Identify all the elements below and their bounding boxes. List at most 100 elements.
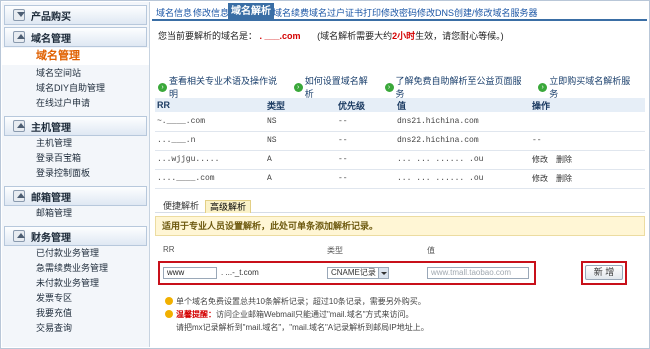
sidebar-item-invoice[interactable]: 发票专区 xyxy=(2,291,149,306)
table-row: ...___.n NS -- dns22.hichina.com -- xyxy=(155,131,645,151)
info-icon: › xyxy=(384,82,394,92)
col-header-priority: 优先级 xyxy=(336,98,395,112)
sidebar-item-domain-management[interactable]: 域名管理 xyxy=(2,48,149,65)
help-link-label: 查看相关专业术语及操作说明 xyxy=(168,76,277,99)
sidebar-section-label: 域名管理 xyxy=(31,33,71,45)
cell-rr: ...wjjgu..... xyxy=(155,150,265,170)
edit-link[interactable]: 修改 xyxy=(532,174,548,183)
sidebar-item-online-transfer[interactable]: 在线过户申请 xyxy=(2,96,149,111)
tip-warn-label: 温馨提醒： xyxy=(176,310,216,319)
help-link-how-to[interactable]: › 如何设置域名解析 xyxy=(293,74,377,100)
cell-priority: -- xyxy=(336,112,395,132)
arrow-down-icon xyxy=(13,9,25,21)
tab-change-dns[interactable]: 修改DNS xyxy=(417,6,454,19)
sidebar-item-unpaid-business[interactable]: 未付款业务管理 xyxy=(2,276,149,291)
resolution-mode-tabs: 便捷解析 高级解析 xyxy=(155,198,645,213)
sidebar-item-domain-space[interactable]: 域名空间站 xyxy=(2,66,149,81)
add-record-form: RR 类型 值 www . ...-_t.com CNAME记录 www.tma… xyxy=(155,237,645,332)
current-domain-note: (域名解析需要大约 xyxy=(317,31,393,41)
tip-line-3: 请把mx记录解析到"mail.域名"，"mail.域名"A记录解析到邮局IP地址… xyxy=(176,323,429,332)
warning-icon xyxy=(165,297,173,305)
sidebar-item-paid-business[interactable]: 已付款业务管理 xyxy=(2,246,149,261)
info-icon: › xyxy=(293,82,303,92)
cell-type: NS xyxy=(265,112,336,132)
edit-link[interactable]: 修改 xyxy=(532,155,548,164)
col-header-rr: RR xyxy=(155,98,265,112)
advanced-notice: 适用于专业人员设置解析，此处可单条添加解析记录。 xyxy=(155,216,645,236)
sidebar-item-mail-management[interactable]: 邮箱管理 xyxy=(2,206,149,221)
cell-value: ... ... ...... .ou xyxy=(395,150,530,170)
sidebar-item-transaction-query[interactable]: 交易查询 xyxy=(2,321,149,336)
cell-ops: 修改 删除 xyxy=(530,150,645,170)
tab-dns-server[interactable]: 创建/修改域名服务器 xyxy=(454,6,538,19)
cell-rr: ....____.com xyxy=(155,169,265,189)
table-header-row: RR 类型 优先级 值 操作 xyxy=(155,98,645,112)
help-link-buy-service[interactable]: › 立即购买域名解析服务 xyxy=(538,74,639,100)
tip-line-2: 温馨提醒：访问企业邮箱Webmail只能通过"mail.域名"方式来访问。 xyxy=(165,309,414,320)
cell-value: ... ... ...... .ou xyxy=(395,169,530,189)
warning-icon xyxy=(165,310,173,318)
delete-link[interactable]: 删除 xyxy=(556,155,572,164)
tab-domain-renewal[interactable]: 域名续费 xyxy=(273,6,309,19)
delete-link[interactable]: 删除 xyxy=(556,174,572,183)
tab-domain-resolution[interactable]: 域名解析 xyxy=(228,3,274,21)
sidebar-section-label: 主机管理 xyxy=(31,122,71,134)
sidebar-section-domain-management[interactable]: 域名管理 xyxy=(4,27,147,47)
col-header-value: 值 xyxy=(395,98,530,112)
cell-value: dns21.hichina.com xyxy=(395,112,530,132)
current-domain-note-end: 生效，请您耐心等候。) xyxy=(415,31,504,41)
sidebar-item-domain-diy[interactable]: 域名DIY自助管理 xyxy=(2,81,149,96)
help-link-label: 如何设置域名解析 xyxy=(304,76,368,99)
tab-quick-resolution[interactable]: 便捷解析 xyxy=(159,200,203,213)
sidebar-section-product-purchase[interactable]: 产品购买 xyxy=(4,5,147,25)
sidebar-section-label: 产品购买 xyxy=(31,11,71,23)
sidebar-item-toolbox-login[interactable]: 登录百宝箱 xyxy=(2,151,149,166)
sidebar-section-mail-management[interactable]: 邮箱管理 xyxy=(4,186,147,206)
main-panel: 域名信息 修改信息 域名解析 域名续费 域名过户 证书打印 修改密码 修改DNS… xyxy=(152,2,647,347)
tab-bar: 域名信息 修改信息 域名解析 域名续费 域名过户 证书打印 修改密码 修改DNS… xyxy=(152,2,647,21)
sidebar-section-label: 邮箱管理 xyxy=(31,192,71,204)
record-value-input[interactable]: www.tmall.taobao.com xyxy=(427,267,529,279)
cell-priority: -- xyxy=(336,150,395,170)
tab-certificate-print[interactable]: 证书打印 xyxy=(345,6,381,19)
cell-rr: ...___.n xyxy=(155,131,265,151)
chevron-down-icon xyxy=(378,268,388,278)
tab-domain-transfer[interactable]: 域名过户 xyxy=(309,6,345,19)
record-type-select[interactable]: CNAME记录 xyxy=(327,267,389,279)
sidebar-section-finance-management[interactable]: 财务管理 xyxy=(4,226,147,246)
help-link-terms[interactable]: › 查看相关专业术语及操作说明 xyxy=(158,74,286,100)
help-links: › 查看相关专业术语及操作说明 › 如何设置域名解析 › 了解免费自助解析至公益页面服… xyxy=(158,74,647,100)
rr-input[interactable]: www xyxy=(163,267,217,279)
cell-ops: -- xyxy=(530,131,645,151)
cell-rr: ~.____.com xyxy=(155,112,265,132)
table-row: ...wjjgu..... A -- ... ... ...... .ou 修改… xyxy=(155,150,645,170)
sidebar-item-renewal-business[interactable]: 急需续费业务管理 xyxy=(2,261,149,276)
tab-domain-info[interactable]: 域名信息 xyxy=(156,6,192,19)
arrow-up-icon xyxy=(13,190,25,202)
arrow-up-icon xyxy=(13,230,25,242)
sidebar-item-recharge[interactable]: 我要充值 xyxy=(2,306,149,321)
table-row: ....____.com A -- ... ... ...... .ou 修改删… xyxy=(155,169,645,189)
cell-ops xyxy=(530,112,645,132)
tab-change-password[interactable]: 修改密码 xyxy=(381,6,417,19)
add-record-button[interactable]: 新 增 xyxy=(585,265,623,280)
form-col-rr: RR xyxy=(163,245,175,254)
records-table: RR 类型 优先级 值 操作 ~.____.com NS -- dns21.hi… xyxy=(155,98,645,189)
sidebar-item-control-panel-login[interactable]: 登录控制面板 xyxy=(2,166,149,181)
cell-value: dns22.hichina.com xyxy=(395,131,530,151)
arrow-up-icon xyxy=(13,120,25,132)
cell-ops: 修改 删除 xyxy=(530,169,645,189)
tab-advanced-resolution[interactable]: 高级解析 xyxy=(205,200,252,213)
info-icon: › xyxy=(158,82,167,92)
tip-text: 单个域名免费设置总共10条解析记录；超过10条记录，需要另外购买。 xyxy=(176,297,426,306)
tab-edit-info[interactable]: 修改信息 xyxy=(193,6,229,19)
current-domain-hours: 2小时 xyxy=(392,31,416,41)
sidebar-item-host-management[interactable]: 主机管理 xyxy=(2,136,149,151)
arrow-up-icon xyxy=(13,31,25,43)
cell-type: A xyxy=(265,150,336,170)
domain-suffix: . ...-_t.com xyxy=(221,268,259,277)
col-header-type: 类型 xyxy=(265,98,336,112)
sidebar-section-host-management[interactable]: 主机管理 xyxy=(4,116,147,136)
help-link-free-service[interactable]: › 了解免费自助解析至公益页面服务 xyxy=(384,74,531,100)
record-type-value: CNAME记录 xyxy=(331,268,376,277)
